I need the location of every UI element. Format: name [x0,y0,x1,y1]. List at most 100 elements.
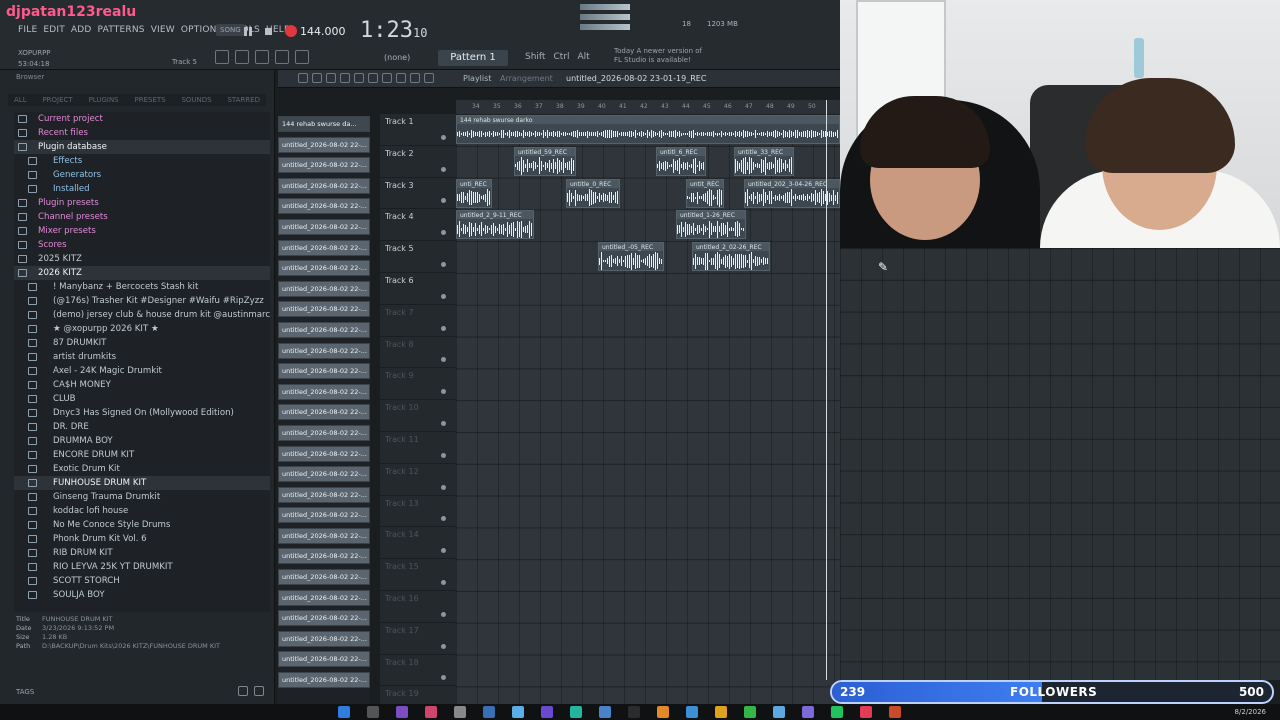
track-header[interactable]: Track 2 [380,146,456,178]
timeline-ruler[interactable]: 34 35 36 37 38 39 40 41 42 43 44 45 46 47 48 49 50 [456,100,840,114]
browser-item[interactable]: Dnyc3 Has Signed On (Mollywood Edition) [14,406,270,420]
browser-item[interactable]: DR. DRE [14,420,270,434]
slice-icon[interactable] [382,73,392,83]
channel-button[interactable]: untitled_2026-08-02 22-... [278,404,370,421]
menu-edit[interactable]: EDIT [43,25,65,35]
record-icon[interactable] [285,25,297,37]
slip-icon[interactable] [368,73,378,83]
track-header[interactable]: Track 12 [380,464,456,496]
browser-item[interactable]: (demo) jersey club & house drum kit @aus… [14,308,270,322]
tab-all[interactable]: ALL [14,96,27,104]
app-icon-6[interactable] [541,706,553,718]
audio-clip[interactable]: untitl_6_REC [656,146,706,176]
select-icon[interactable] [396,73,406,83]
track-header[interactable]: Track 11 [380,432,456,464]
browser-item[interactable]: CA$H MONEY [14,378,270,392]
channel-button[interactable]: untitled_2026-08-02 22-... [278,527,370,544]
track-mute-led-icon[interactable] [441,452,446,458]
browser-item[interactable]: Channel presets [14,210,270,224]
channel-button[interactable]: untitled_2026-08-02 22-... [278,301,370,318]
track-mute-led-icon[interactable] [441,420,446,426]
browser-item[interactable]: Plugin database [14,140,270,154]
channel-button[interactable]: untitled_2026-08-02 22-... [278,218,370,235]
browser-item[interactable]: DRUMMA BOY [14,434,270,448]
browser-item[interactable]: Recent files [14,126,270,140]
audio-clip[interactable]: untitled_2_02-26_REC [692,242,770,272]
ctrl-key[interactable]: Ctrl [553,52,569,62]
browser-item[interactable]: 2026 KITZ [14,266,270,280]
track-mute-led-icon[interactable] [441,261,446,267]
zoom-icon[interactable] [410,73,420,83]
menu-patterns[interactable]: PATTERNS [98,25,145,35]
delete-icon[interactable] [340,73,350,83]
track-header[interactable]: Track 4 [380,209,456,242]
track-mute-led-icon[interactable] [441,389,446,395]
track-header[interactable]: Track 17 [380,623,456,655]
channel-button[interactable]: untitled_2026-08-02 22-... [278,569,370,586]
channel-button[interactable]: untitled_2026-08-02 22-... [278,610,370,627]
tab-project[interactable]: PROJECT [42,96,72,104]
track-header[interactable]: Track 6 [380,273,456,305]
browser-item[interactable]: No Me Conoce Style Drums [14,518,270,532]
browser-item[interactable]: Plugin presets [14,196,270,210]
channel-button[interactable]: untitled_2026-08-02 22-... [278,342,370,359]
channel-button[interactable]: untitled_2026-08-02 22-... [278,383,370,400]
app-icon-13[interactable] [744,706,756,718]
track-header[interactable]: Track 3 [380,178,456,210]
track-header[interactable]: Track 13 [380,496,456,528]
browser-item[interactable]: ! Manybanz + Bercocets Stash kit [14,280,270,294]
app-icon-7[interactable] [570,706,582,718]
audio-clip[interactable]: unti_REC [456,178,492,208]
channel-button[interactable]: untitled_2026-08-02 22-... [278,321,370,338]
app-icon-11[interactable] [686,706,698,718]
song-mode-button[interactable]: SONG [216,24,245,36]
app-icon-9[interactable] [628,706,640,718]
track-mute-led-icon[interactable] [441,293,446,299]
track-mute-led-icon[interactable] [441,166,446,172]
pattern-select[interactable]: Pattern 1 [438,50,508,66]
app-icon-1[interactable] [396,706,408,718]
channel-button[interactable]: untitled_2026-08-02 22-... [278,177,370,194]
browser-item[interactable]: RIB DRUM KIT [14,546,270,560]
browser-item[interactable]: Generators [14,168,270,182]
audio-clip[interactable]: 144 rehab swurse darko [456,115,840,144]
channel-button[interactable]: untitled_2026-08-02 22-... [278,548,370,565]
search-icon[interactable] [254,686,264,696]
track-mute-led-icon[interactable] [441,134,446,140]
browser-icon[interactable] [295,50,309,64]
channel-button[interactable]: untitled_2026-08-02 22-... [278,424,370,441]
track-mute-led-icon[interactable] [441,611,446,617]
track-mute-led-icon[interactable] [441,484,446,490]
track-header[interactable]: Track 9 [380,368,456,401]
audio-clip[interactable]: untitled_-05_REC [598,242,664,272]
browser-item[interactable]: SOULJA BOY [14,588,270,602]
channel-button[interactable]: untitled_2026-08-02 22-... [278,239,370,256]
channel-button[interactable]: untitled_2026-08-02 22-... [278,136,370,153]
windows-start-icon[interactable] [338,706,350,718]
browser-item[interactable]: Exotic Drum Kit [14,462,270,476]
audio-clip[interactable]: untitle_33_REC [734,146,794,176]
channel-button[interactable]: untitled_2026-08-02 22-... [278,486,370,503]
track-header[interactable]: Track 1 [380,114,456,146]
channel-button[interactable]: untitled_2026-08-02 22-... [278,589,370,606]
track-mute-led-icon[interactable] [441,675,446,681]
track-header[interactable]: Track 7 [380,305,456,337]
channel-button[interactable]: untitled_2026-08-02 22-... [278,672,370,689]
app-icon-16[interactable] [831,706,843,718]
track-header[interactable]: Track 5 [380,241,456,273]
update-notice[interactable]: Today A newer version of FL Studio is av… [614,47,702,65]
track-header[interactable]: Track 8 [380,337,456,369]
app-icon-12[interactable] [715,706,727,718]
browser-item[interactable]: Mixer presets [14,224,270,238]
channel-button[interactable]: untitled_2026-08-02 22-... [278,507,370,524]
browser-item[interactable]: Phonk Drum Kit Vol. 6 [14,532,270,546]
browser-item[interactable]: Ginseng Trauma Drumkit [14,490,270,504]
playlist-grid-extension[interactable] [840,248,1280,680]
mute-icon[interactable] [354,73,364,83]
tab-presets[interactable]: PRESETS [135,96,166,104]
browser-item[interactable]: Effects [14,154,270,168]
app-icon-15[interactable] [802,706,814,718]
track-header[interactable]: Track 10 [380,400,456,432]
channel-button[interactable]: untitled_2026-08-02 22-... [278,280,370,297]
tab-sounds[interactable]: SOUNDS [181,96,211,104]
